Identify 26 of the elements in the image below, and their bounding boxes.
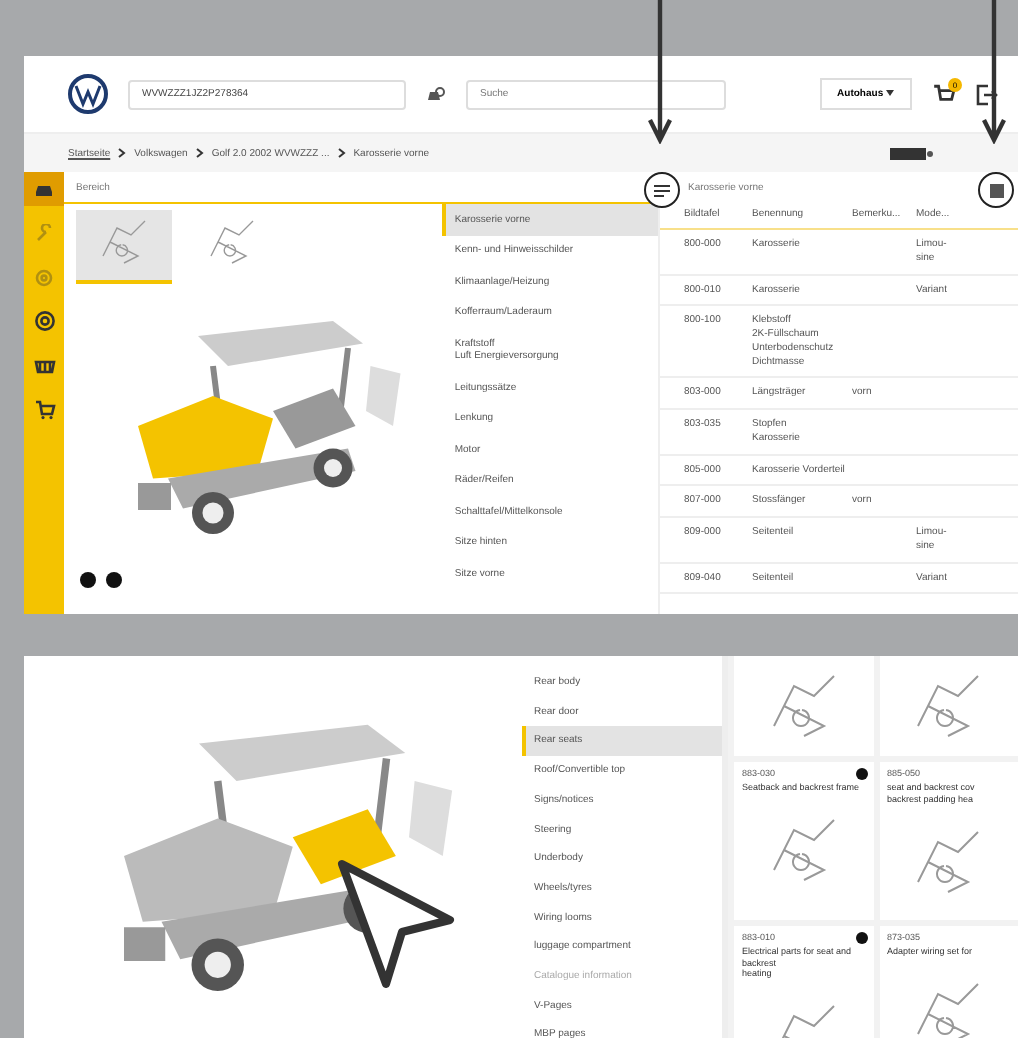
cart-icon — [33, 399, 55, 419]
arrow-icon — [982, 0, 1006, 144]
car-icon — [34, 181, 54, 197]
chevron-icon — [118, 148, 127, 158]
brand-logo — [68, 74, 108, 114]
chevron-icon — [337, 148, 346, 158]
chevron-icon — [195, 148, 204, 158]
car-search-icon[interactable] — [426, 86, 446, 102]
gear-icon — [34, 267, 54, 287]
grid-view-icon[interactable] — [989, 183, 1003, 197]
mouse-pointer-icon — [334, 856, 458, 992]
zoom-out-button[interactable] — [106, 572, 122, 588]
wrench-icon — [34, 223, 54, 243]
logout-icon[interactable] — [976, 83, 998, 105]
car-thumbnail[interactable] — [76, 210, 172, 284]
list-view-icon[interactable] — [654, 183, 670, 197]
cart-icon[interactable] — [932, 83, 956, 105]
tire-icon — [33, 310, 55, 332]
sidebar-button[interactable] — [24, 172, 64, 206]
part-number-toggle-icon[interactable] — [890, 147, 934, 159]
info-dot-icon[interactable] — [855, 931, 867, 944]
zoom-in-button[interactable] — [80, 572, 96, 588]
arrow-icon — [648, 0, 672, 144]
basket-icon — [33, 355, 55, 375]
info-dot-icon[interactable] — [855, 768, 867, 780]
caret-icon — [886, 90, 894, 96]
